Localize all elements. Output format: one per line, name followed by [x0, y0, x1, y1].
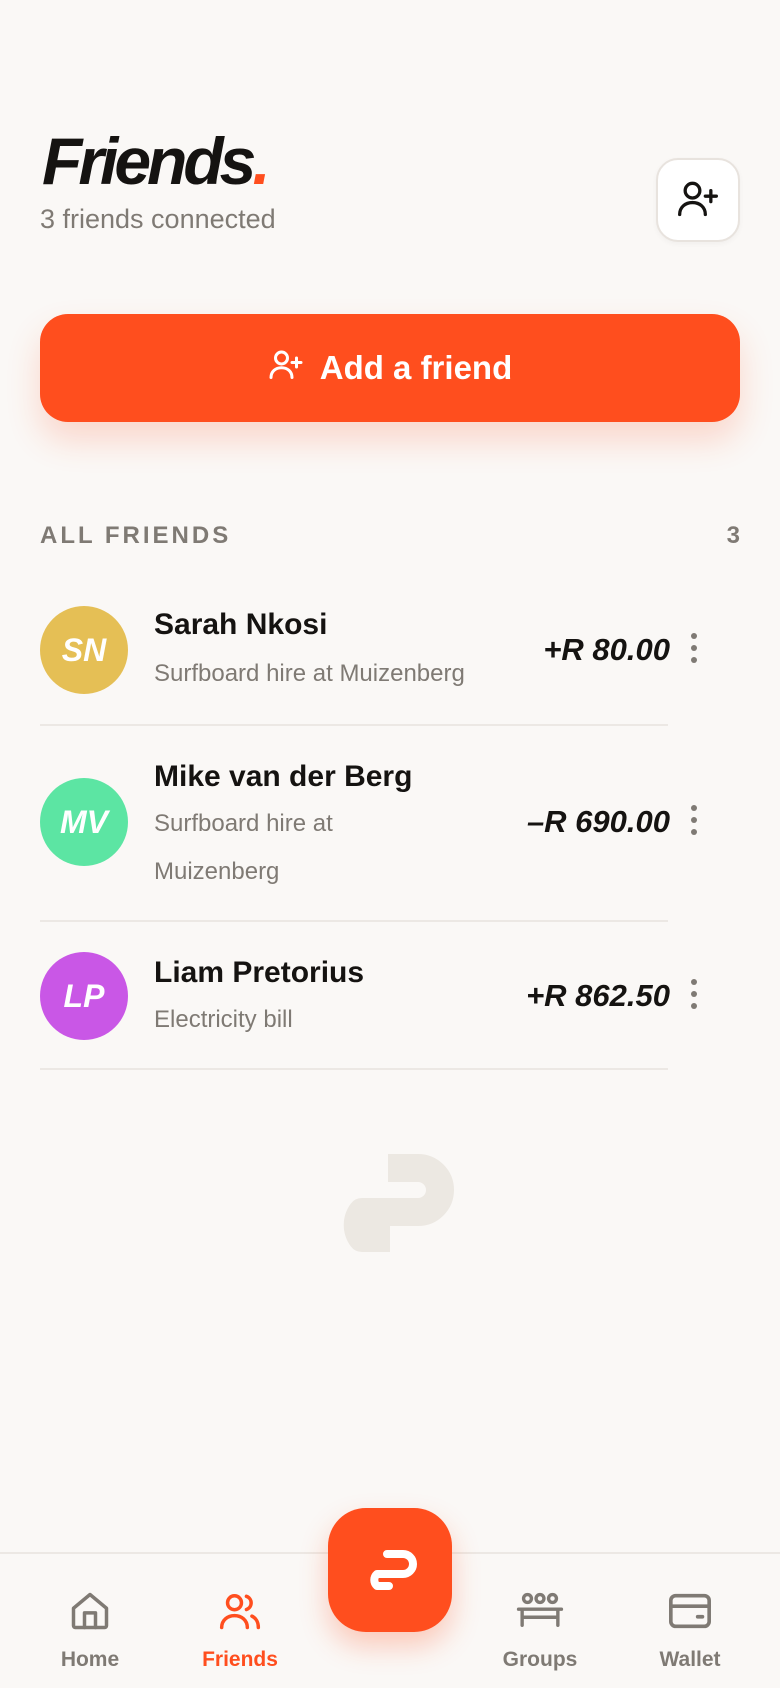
friend-description: Electricity bill: [154, 1006, 293, 1033]
avatar: SN: [40, 606, 128, 694]
page-title: Friends.: [42, 128, 271, 194]
nav-home[interactable]: Home: [25, 1554, 155, 1688]
nav-friends-label: Friends: [202, 1648, 278, 1671]
more-options-button[interactable]: [682, 802, 706, 842]
divider: [40, 724, 668, 726]
divider: [40, 1068, 668, 1070]
center-action-button[interactable]: [328, 1508, 452, 1632]
friend-balance: +R 862.50: [526, 978, 670, 1013]
friend-balance: +R 80.00: [543, 632, 670, 667]
nav-groups-label: Groups: [502, 1648, 578, 1671]
page-title-text: Friends: [42, 124, 256, 198]
friend-row[interactable]: MV Mike van der Berg Surfboard hire at M…: [40, 760, 740, 922]
friend-description: Surfboard hire at Muizenberg: [154, 660, 465, 687]
more-vertical-icon: [690, 804, 698, 841]
groups-icon: [515, 1588, 565, 1634]
header-add-friend-button[interactable]: [656, 158, 740, 242]
friends-count-subtitle: 3 friends connected: [40, 204, 276, 234]
add-friend-button-label: Add a friend: [319, 349, 513, 386]
home-icon: [68, 1588, 112, 1634]
friends-screen: Friends. 3 friends connected Add a frien…: [0, 0, 780, 1688]
nav-home-label: Home: [60, 1648, 120, 1671]
avatar-initials: SN: [61, 631, 107, 668]
add-friend-button[interactable]: Add a friend: [40, 314, 740, 422]
avatar: MV: [40, 778, 128, 866]
avatar-initials: MV: [60, 803, 108, 840]
logo-icon: [359, 1546, 421, 1595]
user-plus-icon: [268, 346, 304, 390]
friend-row[interactable]: SN Sarah Nkosi Surfboard hire at Muizenb…: [40, 606, 740, 726]
friend-balance: –R 690.00: [526, 804, 670, 839]
logo-watermark-icon: [318, 1148, 462, 1257]
nav-groups[interactable]: Groups: [475, 1554, 605, 1688]
user-plus-icon: [676, 176, 720, 225]
friend-name: Mike van der Berg: [154, 760, 413, 793]
more-options-button[interactable]: [682, 976, 706, 1016]
nav-wallet-label: Wallet: [659, 1648, 721, 1671]
wallet-icon: [667, 1588, 713, 1634]
friends-icon: [218, 1588, 262, 1634]
friend-name: Liam Pretorius: [154, 956, 365, 989]
more-options-button[interactable]: [682, 630, 706, 670]
more-vertical-icon: [690, 978, 698, 1015]
avatar-initials: LP: [63, 977, 105, 1014]
more-vertical-icon: [690, 632, 698, 669]
friend-description: Surfboard hire at Muizenberg: [154, 810, 333, 885]
nav-wallet[interactable]: Wallet: [625, 1554, 755, 1688]
page-title-dot: .: [252, 124, 270, 198]
divider: [40, 920, 668, 922]
section-label: ALL FRIENDS: [40, 522, 232, 549]
nav-friends[interactable]: Friends: [175, 1554, 305, 1688]
section-count: 3: [726, 522, 740, 549]
friend-name: Sarah Nkosi: [154, 608, 328, 641]
friend-row[interactable]: LP Liam Pretorius Electricity bill +R 86…: [40, 952, 740, 1070]
avatar: LP: [40, 952, 128, 1040]
